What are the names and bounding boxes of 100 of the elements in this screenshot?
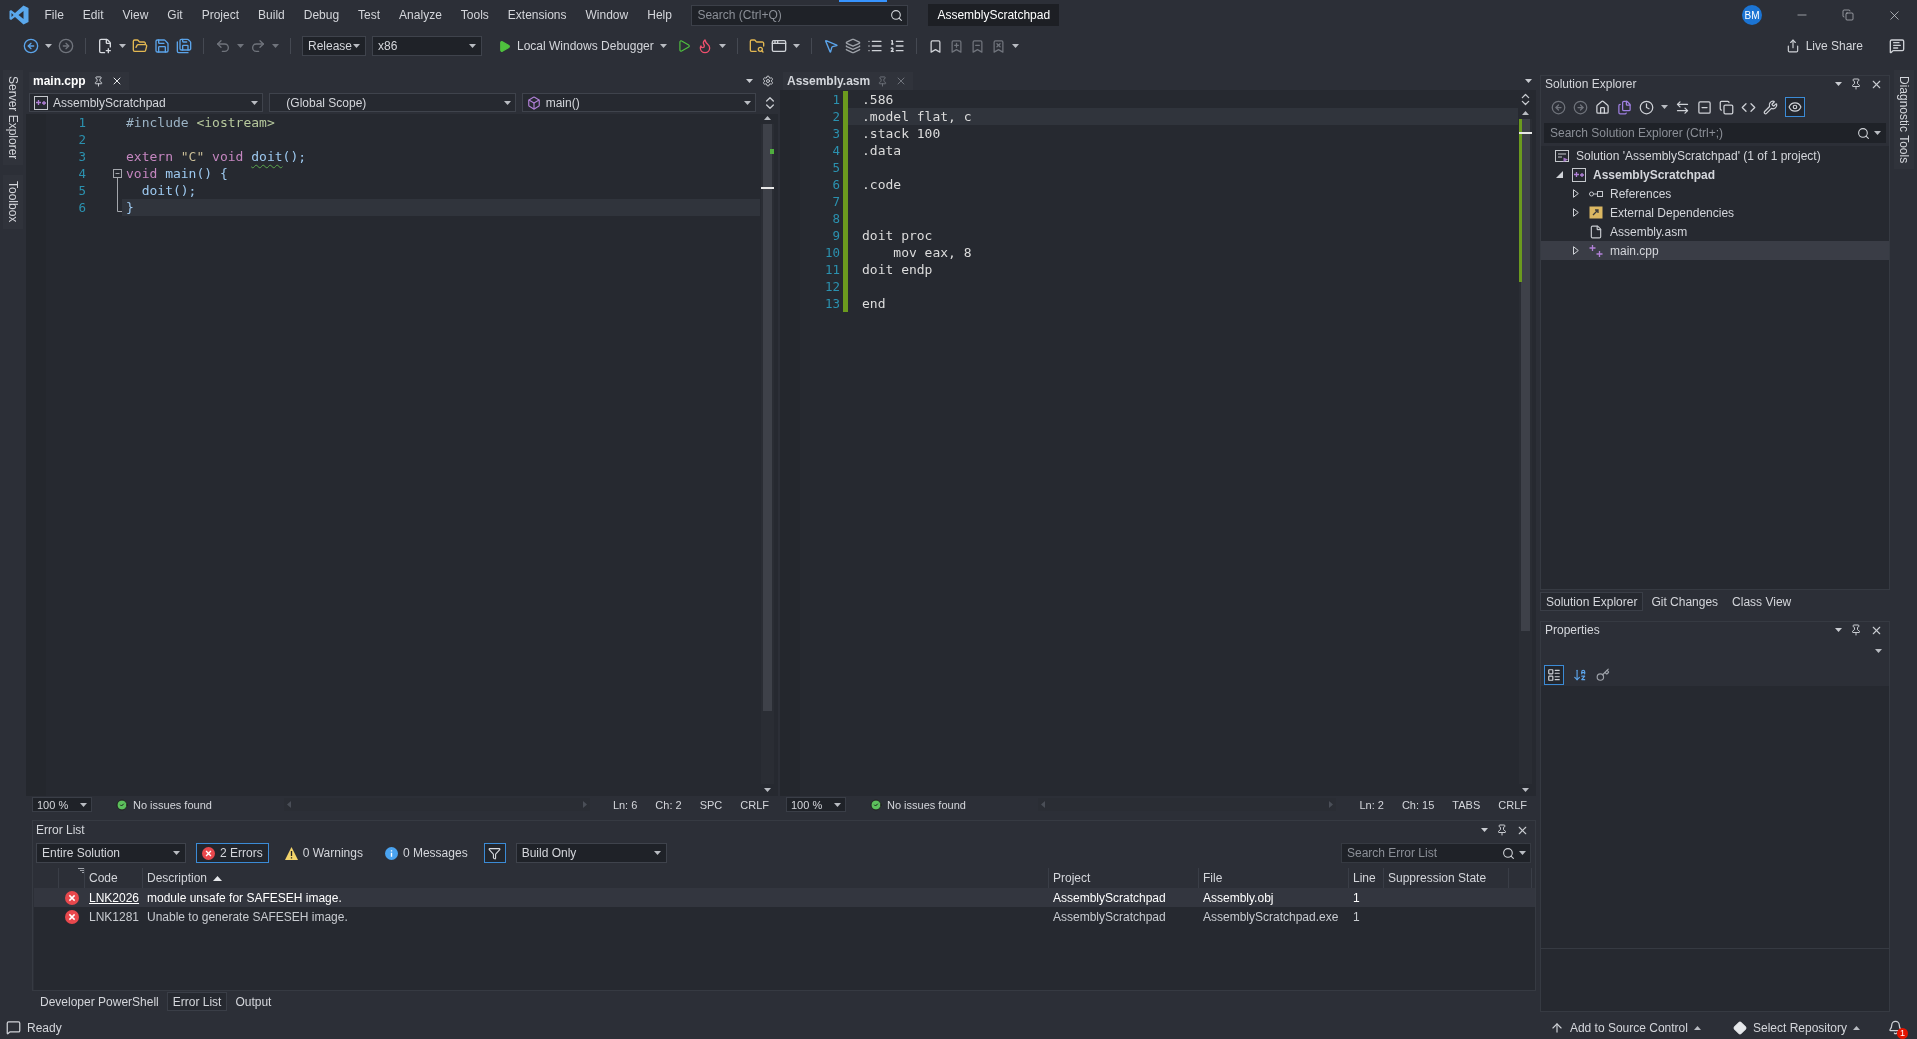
save-all-icon[interactable] (176, 38, 192, 54)
menu-item[interactable]: Analyze (389, 0, 452, 30)
forward-icon[interactable] (1573, 99, 1588, 115)
start-debugging-button[interactable]: Local Windows Debugger (494, 35, 671, 57)
pin-icon[interactable] (92, 75, 104, 87)
caret-icon[interactable] (119, 44, 126, 48)
indent-mode[interactable]: TABS (1443, 798, 1490, 811)
filter-button[interactable] (483, 843, 506, 863)
error-row[interactable]: LNK2026 module unsafe for SAFESEH image. AssemblyScratchpad Assembly.obj 1 (34, 888, 1535, 907)
tree-item[interactable]: main.cpp (1541, 241, 1889, 260)
panel-tab[interactable]: Git Changes (1645, 592, 1725, 611)
menu-item[interactable]: Debug (294, 0, 349, 30)
document-tab[interactable]: main.cpp (29, 72, 129, 90)
menu-item[interactable]: Test (348, 0, 390, 30)
ordered-list-icon[interactable] (888, 38, 905, 54)
zoom-dropdown[interactable]: 100 % (32, 797, 92, 812)
collapsed-arrow-icon[interactable] (1573, 208, 1579, 217)
cursor-line[interactable]: Ln: 2 (1350, 798, 1393, 811)
collapse-all-icon[interactable] (1697, 99, 1712, 115)
play-outline-icon[interactable] (676, 39, 691, 53)
menu-item[interactable]: Help (637, 0, 682, 30)
preview-toggle[interactable] (1785, 97, 1805, 117)
add-to-source-control-button[interactable]: Add to Source Control (1543, 1017, 1707, 1038)
menu-item[interactable]: Window (576, 0, 638, 30)
filter-toggle-button[interactable]: 0 Messages (378, 843, 474, 863)
configuration-dropdown[interactable]: Release (302, 36, 366, 56)
user-avatar[interactable]: BM (1742, 5, 1762, 25)
menu-item[interactable]: Edit (73, 0, 114, 30)
scrollbar-thumb[interactable] (763, 124, 772, 712)
feedback-icon[interactable] (1889, 38, 1905, 54)
cursor-line[interactable]: Ln: 6 (603, 798, 647, 811)
member-dropdown[interactable]: main() (521, 93, 756, 112)
pin-icon[interactable] (1496, 824, 1508, 836)
menu-item[interactable]: Project (192, 0, 249, 30)
window-icon[interactable] (770, 38, 787, 54)
panel-tab[interactable]: Developer PowerShell (34, 992, 165, 1011)
bookmark-plus-icon[interactable] (948, 38, 964, 54)
switch-views-icon[interactable] (1617, 99, 1632, 115)
app-logo-icon[interactable] (9, 5, 29, 25)
dock-tab[interactable]: Diagnostic Tools (1893, 70, 1914, 170)
expanded-arrow-icon[interactable] (1555, 171, 1563, 178)
column-options-icon[interactable] (78, 868, 84, 873)
platform-dropdown[interactable]: x86 (372, 36, 482, 56)
forward-icon[interactable] (58, 38, 74, 54)
project-dropdown[interactable]: AssemblyScratchpad (29, 93, 264, 112)
panel-tab[interactable]: Error List (166, 992, 228, 1011)
line-ending[interactable]: CRLF (1489, 798, 1536, 811)
notifications-icon[interactable] (1888, 1020, 1903, 1035)
vertical-scrollbar[interactable] (761, 124, 774, 784)
bookmark-icon[interactable] (927, 38, 943, 54)
back-icon[interactable] (23, 38, 39, 54)
dock-tab[interactable]: Server Explorer (3, 70, 23, 166)
caret-icon[interactable] (1661, 105, 1668, 109)
dock-tab[interactable]: Toolbox (3, 175, 23, 229)
settings-icon[interactable] (762, 75, 774, 87)
bookmark-x-icon[interactable] (990, 38, 1006, 54)
caret-icon[interactable] (1835, 82, 1842, 86)
error-row[interactable]: LNK1281 Unable to generate SAFESEH image. AssemblyScratchpad AssemblyScratchpad.exe 1 (34, 907, 1535, 926)
line-ending[interactable]: CRLF (731, 798, 778, 811)
caret-icon[interactable] (746, 79, 753, 83)
key-icon[interactable] (1596, 667, 1610, 682)
show-all-files-icon[interactable] (1719, 99, 1734, 115)
filter-toggle-button[interactable]: 0 Warnings (278, 843, 369, 863)
menu-item[interactable]: Git (157, 0, 193, 30)
save-icon[interactable] (154, 38, 170, 54)
caret-icon[interactable] (718, 44, 726, 48)
panel-tab[interactable]: Solution Explorer (1540, 592, 1644, 611)
home-icon[interactable] (1595, 99, 1610, 115)
collapsed-arrow-icon[interactable] (1573, 246, 1579, 255)
collapsed-arrow-icon[interactable] (1573, 189, 1579, 198)
caret-icon[interactable] (1525, 79, 1532, 83)
bookmark-minus-icon[interactable] (969, 38, 985, 54)
search-field[interactable]: Search (Ctrl+Q) (691, 4, 909, 26)
cursor-icon[interactable] (822, 38, 839, 54)
tree-item[interactable]: External Dependencies (1541, 203, 1889, 222)
back-icon[interactable] (1551, 99, 1566, 115)
error-code-link[interactable]: LNK2026 (89, 890, 140, 905)
vertical-scrollbar[interactable] (1519, 119, 1532, 784)
search-field[interactable]: Search Error List (1341, 843, 1531, 863)
list-icon[interactable] (866, 38, 883, 54)
menu-item[interactable]: File (35, 0, 74, 30)
tree-item[interactable]: Assembly.asm (1541, 222, 1889, 241)
sync-icon[interactable] (1675, 99, 1690, 115)
scroll-up-icon[interactable] (1522, 111, 1529, 115)
wrench-icon[interactable] (1763, 99, 1778, 115)
menu-item[interactable]: View (113, 0, 158, 30)
live-share-button[interactable]: Live Share (1779, 35, 1869, 57)
layers-icon[interactable] (844, 38, 861, 54)
caret-icon[interactable] (792, 44, 800, 48)
tree-item[interactable]: References (1541, 184, 1889, 203)
panel-tab[interactable]: Class View (1726, 592, 1798, 611)
indent-mode[interactable]: SPC (690, 798, 732, 811)
scope-dropdown[interactable]: Entire Solution (36, 843, 186, 863)
select-repository-button[interactable]: Select Repository (1726, 1017, 1866, 1038)
scope-dropdown[interactable]: (Global Scope) (269, 93, 516, 112)
tree-item[interactable]: Solution 'AssemblyScratchpad' (1 of 1 project) (1541, 146, 1889, 165)
view-mode-button[interactable] (1544, 664, 1564, 685)
scroll-down-icon[interactable] (764, 788, 771, 792)
history-icon[interactable] (1639, 99, 1654, 115)
comment-icon[interactable] (6, 1020, 21, 1035)
